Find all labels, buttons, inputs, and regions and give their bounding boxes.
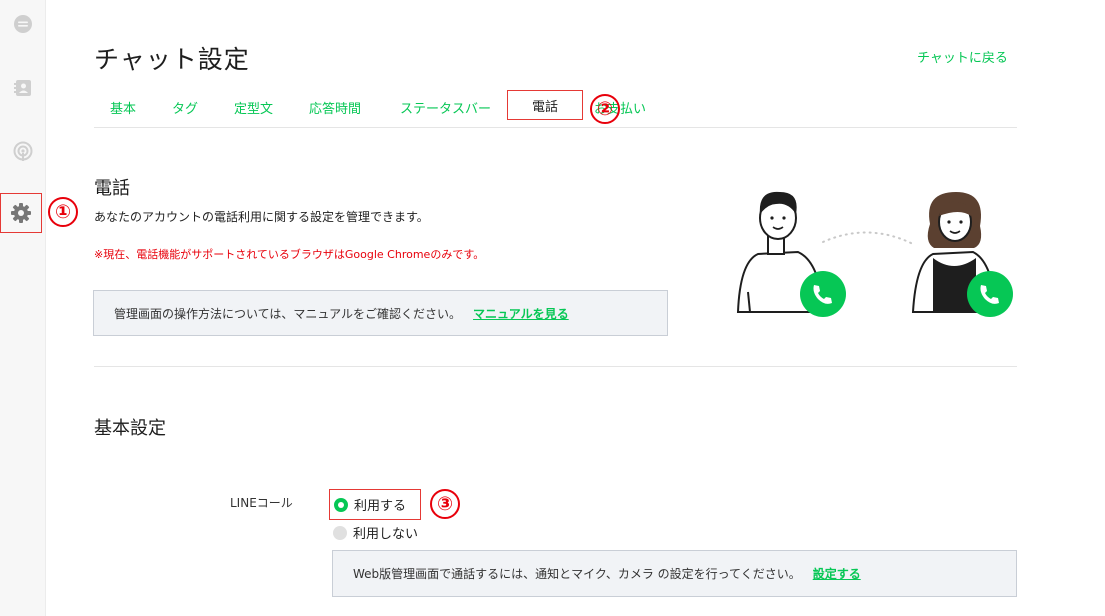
annotation-marker-3: ③ xyxy=(430,489,460,519)
configure-link[interactable]: 設定する xyxy=(813,565,861,582)
radio-not-use-label: 利用しない xyxy=(353,527,419,542)
settings-info-text: Web版管理画面で通話するには、通知とマイク、カメラ の設定を行ってください。 xyxy=(353,567,801,581)
tab-basic[interactable]: 基本 xyxy=(110,98,136,117)
radio-checked-icon xyxy=(334,497,348,512)
tab-bar: 基本 タグ 定型文 応答時間 ステータスバー 電話 お支払い xyxy=(94,88,1017,128)
annotation-marker-1: ① xyxy=(48,197,78,227)
left-rail xyxy=(0,0,46,616)
tab-response-hours[interactable]: 応答時間 xyxy=(309,98,361,117)
manual-info-box: 管理画面の操作方法については、マニュアルをご確認ください。 マニュアルを見る xyxy=(93,290,668,336)
radio-unchecked-icon xyxy=(333,525,347,540)
phone-section-title: 電話 xyxy=(94,178,130,199)
radio-use[interactable]: 利用する xyxy=(329,489,421,520)
tab-phone[interactable]: 電話 xyxy=(507,90,583,120)
chat-icon xyxy=(14,15,32,33)
back-to-chat-link[interactable]: チャットに戻る xyxy=(917,47,1008,66)
manual-info-text: 管理画面の操作方法については、マニュアルをご確認ください。 xyxy=(114,306,462,321)
sidebar-item-chat[interactable] xyxy=(0,4,46,44)
contact-icon xyxy=(14,80,31,96)
radio-use-label: 利用する xyxy=(354,499,407,514)
radio-not-use[interactable]: 利用しない xyxy=(333,523,418,542)
tab-tags[interactable]: タグ xyxy=(172,98,198,117)
line-call-label: LINEコール xyxy=(230,496,293,510)
browser-support-notice: ※現在、電話機能がサポートされているブラウザはGoogle Chromeのみです… xyxy=(94,248,485,261)
sidebar-item-broadcast[interactable] xyxy=(0,132,46,172)
tab-status-bar[interactable]: ステータスバー xyxy=(400,98,491,117)
sidebar-item-settings[interactable] xyxy=(0,193,42,233)
sidebar-item-contacts[interactable] xyxy=(0,68,46,108)
phone-description: あなたのアカウントの電話利用に関する設定を管理できます。 xyxy=(94,210,429,224)
annotation-marker-2: ② xyxy=(590,94,620,124)
broadcast-icon xyxy=(13,141,33,161)
gear-icon xyxy=(11,203,31,223)
page-title: チャット設定 xyxy=(94,45,250,74)
section-divider xyxy=(94,366,1017,367)
basic-settings-title: 基本設定 xyxy=(94,418,166,439)
phone-call-illustration xyxy=(736,191,1013,317)
settings-info-box: Web版管理画面で通話するには、通知とマイク、カメラ の設定を行ってください。 … xyxy=(332,550,1017,597)
manual-link[interactable]: マニュアルを見る xyxy=(473,305,569,322)
tab-templates[interactable]: 定型文 xyxy=(234,98,273,117)
